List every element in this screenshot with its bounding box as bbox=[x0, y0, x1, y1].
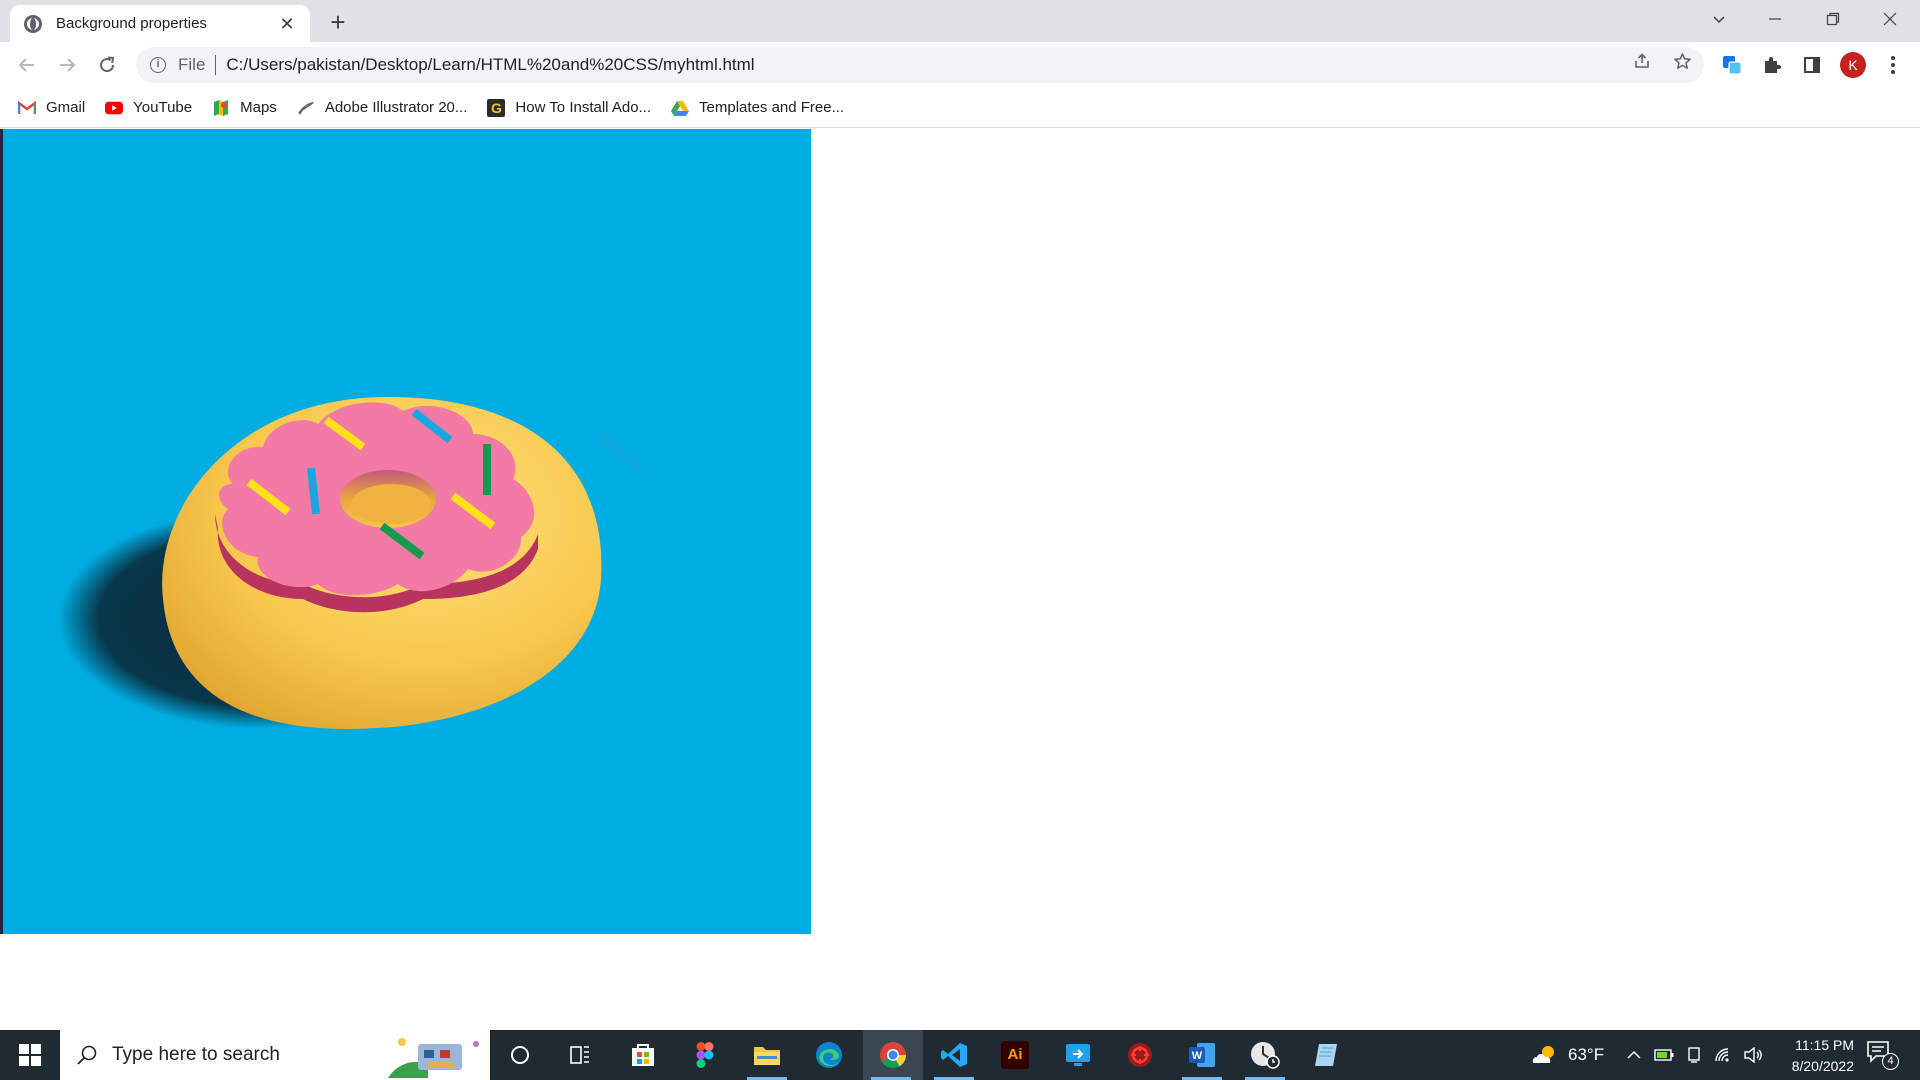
weather-widget[interactable]: 63°F bbox=[1530, 1030, 1620, 1080]
store-icon[interactable] bbox=[615, 1030, 671, 1080]
screen-share-icon[interactable] bbox=[1050, 1030, 1106, 1080]
bookmark-label: YouTube bbox=[133, 99, 193, 116]
vscode-icon[interactable] bbox=[926, 1030, 982, 1080]
star-icon[interactable] bbox=[1672, 51, 1692, 71]
weather-cloud-icon bbox=[1530, 1043, 1560, 1067]
bookmark-adobe-illustrator[interactable]: Adobe Illustrator 20... bbox=[297, 99, 468, 117]
profile-avatar[interactable]: K bbox=[1840, 52, 1866, 78]
illustrator-feather-icon bbox=[297, 99, 315, 117]
bookmark-label: How To Install Ado... bbox=[515, 99, 652, 116]
battery-icon[interactable] bbox=[1653, 1045, 1675, 1065]
app-red-icon[interactable] bbox=[1112, 1030, 1168, 1080]
info-icon[interactable]: i bbox=[150, 57, 166, 73]
translate-extension-icon[interactable] bbox=[1721, 54, 1743, 76]
bookmark-label: Templates and Free... bbox=[699, 99, 845, 116]
drive-icon bbox=[671, 99, 690, 117]
taskbar-clock[interactable]: 11:15 PM 8/20/2022 bbox=[1758, 1035, 1854, 1077]
file-explorer-icon[interactable] bbox=[739, 1030, 795, 1080]
search-placeholder: Type here to search bbox=[112, 1044, 280, 1065]
bookmark-youtube[interactable]: YouTube bbox=[105, 99, 192, 117]
browser-toolbar: i File C:/Users/pakistan/Desktop/Learn/H… bbox=[0, 42, 1920, 88]
edge-icon[interactable] bbox=[801, 1030, 857, 1080]
tab-background-properties[interactable]: Background properties ✕ bbox=[10, 5, 310, 42]
plus-icon[interactable]: + bbox=[324, 8, 352, 36]
background-image-box bbox=[0, 129, 811, 934]
page-viewport bbox=[0, 129, 1920, 1030]
cortana-icon[interactable] bbox=[492, 1030, 548, 1080]
forward-arrow-icon[interactable] bbox=[51, 49, 83, 81]
bookmark-templates[interactable]: Templates and Free... bbox=[671, 99, 844, 117]
share-icon[interactable] bbox=[1632, 51, 1652, 71]
puzzle-icon[interactable] bbox=[1761, 54, 1783, 76]
taskbar-search-box[interactable]: Type here to search bbox=[60, 1030, 490, 1080]
notification-count-badge: 4 bbox=[1882, 1053, 1899, 1070]
browser-tab-strip: Background properties ✕ + bbox=[0, 0, 1920, 42]
chevron-down-icon[interactable] bbox=[1691, 0, 1747, 38]
scheme-label: File bbox=[178, 55, 206, 74]
close-icon[interactable] bbox=[1862, 0, 1918, 38]
task-view-icon[interactable] bbox=[552, 1030, 608, 1080]
url-text[interactable]: C:/Users/pakistan/Desktop/Learn/HTML%20a… bbox=[226, 55, 754, 75]
svg-text:W: W bbox=[1192, 1050, 1203, 1062]
side-panel-icon[interactable] bbox=[1801, 54, 1823, 76]
g-icon: G bbox=[487, 98, 506, 117]
figma-icon[interactable] bbox=[677, 1030, 733, 1080]
bookmark-gmail[interactable]: Gmail bbox=[18, 99, 85, 117]
globe-icon bbox=[24, 14, 42, 33]
bookmarks-bar: Gmail YouTube Maps Adobe Illustrator 20.… bbox=[0, 88, 1920, 128]
wifi-icon[interactable] bbox=[1713, 1045, 1735, 1065]
close-icon[interactable]: ✕ bbox=[276, 13, 298, 35]
notification-center-icon[interactable]: 4 bbox=[1866, 1040, 1900, 1072]
tray-chevron-up-icon[interactable] bbox=[1624, 1045, 1644, 1065]
illustrator-icon[interactable]: Ai bbox=[987, 1030, 1043, 1080]
illustrator-logo: Ai bbox=[1001, 1041, 1029, 1069]
windows-taskbar: Type here to search Ai W 63°F 11:15 PM 8… bbox=[0, 1030, 1920, 1080]
maps-icon bbox=[212, 99, 230, 117]
search-highlight-illustration bbox=[388, 1032, 488, 1078]
bookmark-label: Maps bbox=[240, 99, 277, 116]
clock-date: 8/20/2022 bbox=[1791, 1058, 1854, 1074]
back-arrow-icon[interactable] bbox=[11, 49, 43, 81]
youtube-icon bbox=[105, 99, 124, 117]
bookmark-maps[interactable]: Maps bbox=[212, 99, 277, 117]
chrome-icon[interactable] bbox=[863, 1030, 923, 1080]
search-icon bbox=[76, 1044, 98, 1066]
bookmark-how-to-install[interactable]: G How To Install Ado... bbox=[487, 98, 652, 117]
reload-icon[interactable] bbox=[91, 49, 123, 81]
weather-temp: 63°F bbox=[1568, 1045, 1605, 1064]
bookmark-label: Gmail bbox=[46, 99, 86, 116]
clock-time: 11:15 PM bbox=[1795, 1037, 1854, 1053]
minimize-icon[interactable] bbox=[1747, 0, 1803, 38]
word-icon[interactable]: W bbox=[1174, 1030, 1230, 1080]
device-icon[interactable] bbox=[1684, 1045, 1704, 1065]
bookmark-label: Adobe Illustrator 20... bbox=[324, 99, 468, 116]
restore-icon[interactable] bbox=[1805, 0, 1861, 38]
donut-hole-inner bbox=[351, 484, 431, 524]
tab-title: Background properties bbox=[56, 15, 207, 32]
address-bar[interactable]: i File C:/Users/pakistan/Desktop/Learn/H… bbox=[136, 47, 1704, 83]
gmail-icon bbox=[18, 99, 36, 117]
more-menu-icon[interactable] bbox=[1882, 54, 1904, 76]
windows-start-icon[interactable] bbox=[0, 1030, 60, 1080]
notes-app-icon[interactable] bbox=[1298, 1030, 1354, 1080]
donut-illustration bbox=[58, 396, 643, 729]
clock-app-icon[interactable] bbox=[1237, 1030, 1293, 1080]
divider bbox=[215, 55, 217, 75]
